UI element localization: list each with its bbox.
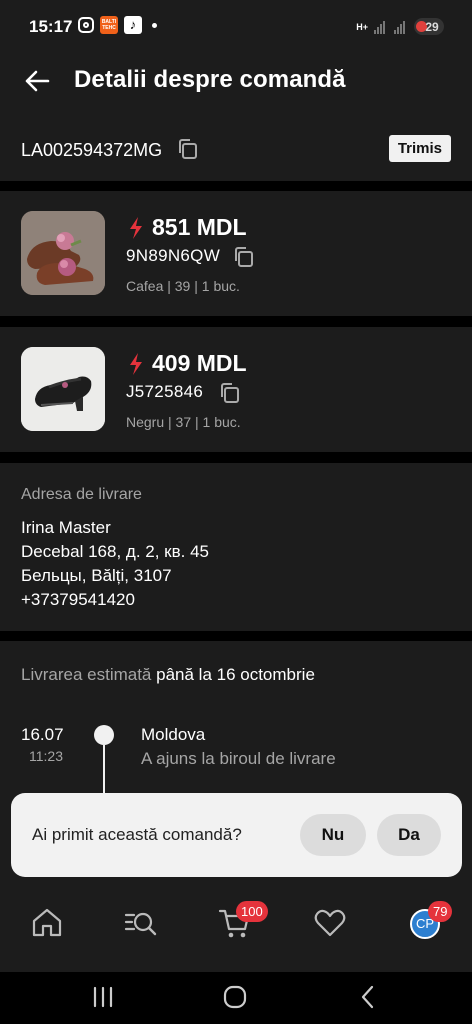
delivery-address-card: Adresa de livrare Irina Master Decebal 1… (0, 463, 472, 631)
instagram-icon (78, 17, 94, 33)
status-time: 15:17 (29, 17, 73, 36)
tab-home[interactable] (30, 906, 64, 940)
no-button[interactable]: Nu (300, 814, 366, 856)
product-image[interactable] (21, 211, 105, 295)
copy-icon[interactable] (219, 382, 241, 404)
signal-icon (394, 20, 408, 34)
address-label: Adresa de livrare (21, 486, 142, 503)
product-price: 409 MDL (152, 350, 247, 376)
order-summary-card: LA002594372MG Trimis (0, 110, 472, 181)
lightning-icon (130, 216, 142, 239)
tab-search[interactable] (124, 906, 158, 940)
profile-notification-badge: 79 (428, 901, 453, 922)
timeline-dot (94, 725, 114, 745)
tracking-event-description: A ajuns la biroul de livrare (141, 749, 336, 768)
tracking-event-place: Moldova (141, 725, 206, 744)
product-image[interactable] (21, 347, 105, 431)
estimated-delivery: Livrarea estimată până la 16 octombrie (21, 665, 315, 685)
battery-indicator: 29 (414, 18, 444, 35)
price-row: 851 MDL (128, 214, 247, 241)
product-variant: Cafea | 39 | 1 buc. (126, 278, 240, 294)
lightning-icon (130, 352, 142, 375)
home-button-icon[interactable] (220, 982, 250, 1012)
cart-count-badge: 100 (236, 901, 268, 922)
product-sku: 9N89N6QW (126, 246, 221, 265)
signal-icon (374, 20, 388, 34)
product-item[interactable]: 851 MDL 9N89N6QW Cafea | 39 | 1 buc. (0, 191, 472, 316)
receipt-confirmation-prompt: Ai primit această comandă? Nu Da (11, 793, 462, 877)
app-notification-icon: BALTI TEHC (100, 16, 118, 34)
address-street: Decebal 168, д. 2, кв. 45 (21, 542, 209, 561)
page-title: Detalii despre comandă (74, 66, 346, 93)
bottom-tab-bar: 100 CP 79 (0, 877, 472, 972)
heart-icon (314, 909, 346, 937)
app-bar: Detalii despre comandă (0, 52, 472, 110)
timeline-line (103, 745, 105, 795)
order-id: LA002594372MG (21, 140, 163, 160)
search-list-icon (124, 912, 157, 936)
product-price: 851 MDL (152, 214, 247, 240)
notification-icons: BALTI TEHC ♪ (78, 16, 157, 34)
more-notifications-dot (152, 22, 157, 28)
status-bar: 15:17 BALTI TEHC ♪ H+ 29 (0, 0, 472, 52)
product-item[interactable]: 409 MDL J5725846 Negru | 37 | 1 buc. (0, 327, 472, 452)
recipient-phone: +37379541420 (21, 590, 135, 609)
recipient-name: Irina Master (21, 518, 111, 537)
tracking-event-time: 11:23 (29, 748, 63, 764)
home-icon (32, 908, 62, 937)
back-button-icon[interactable] (353, 982, 383, 1012)
battery-level: 29 (425, 19, 439, 34)
estimated-delivery-value: până la 16 octombrie (156, 665, 315, 684)
product-sku: J5725846 (126, 382, 204, 401)
tracking-event-date: 16.07 (21, 725, 64, 744)
address-city: Бельцы, Bălți, 3107 (21, 566, 172, 585)
status-badge: Trimis (388, 135, 451, 162)
product-variant: Negru | 37 | 1 buc. (126, 414, 241, 430)
copy-icon[interactable] (233, 246, 255, 268)
price-row: 409 MDL (128, 350, 247, 377)
tab-wishlist[interactable] (313, 906, 347, 940)
confirmation-question: Ai primit această comandă? (32, 825, 242, 844)
system-icons: H+ 29 (356, 18, 444, 35)
estimated-delivery-label: Livrarea estimată (21, 665, 152, 684)
back-arrow-icon[interactable] (24, 68, 50, 94)
system-navigation-bar (0, 972, 472, 1024)
yes-button[interactable]: Da (377, 814, 441, 856)
tiktok-icon: ♪ (124, 16, 142, 34)
network-type-label: H+ (356, 21, 368, 32)
copy-icon[interactable] (177, 138, 199, 160)
shoe-image-icon (21, 347, 105, 431)
recent-apps-icon[interactable] (88, 982, 118, 1012)
shoe-image-icon (21, 211, 105, 295)
